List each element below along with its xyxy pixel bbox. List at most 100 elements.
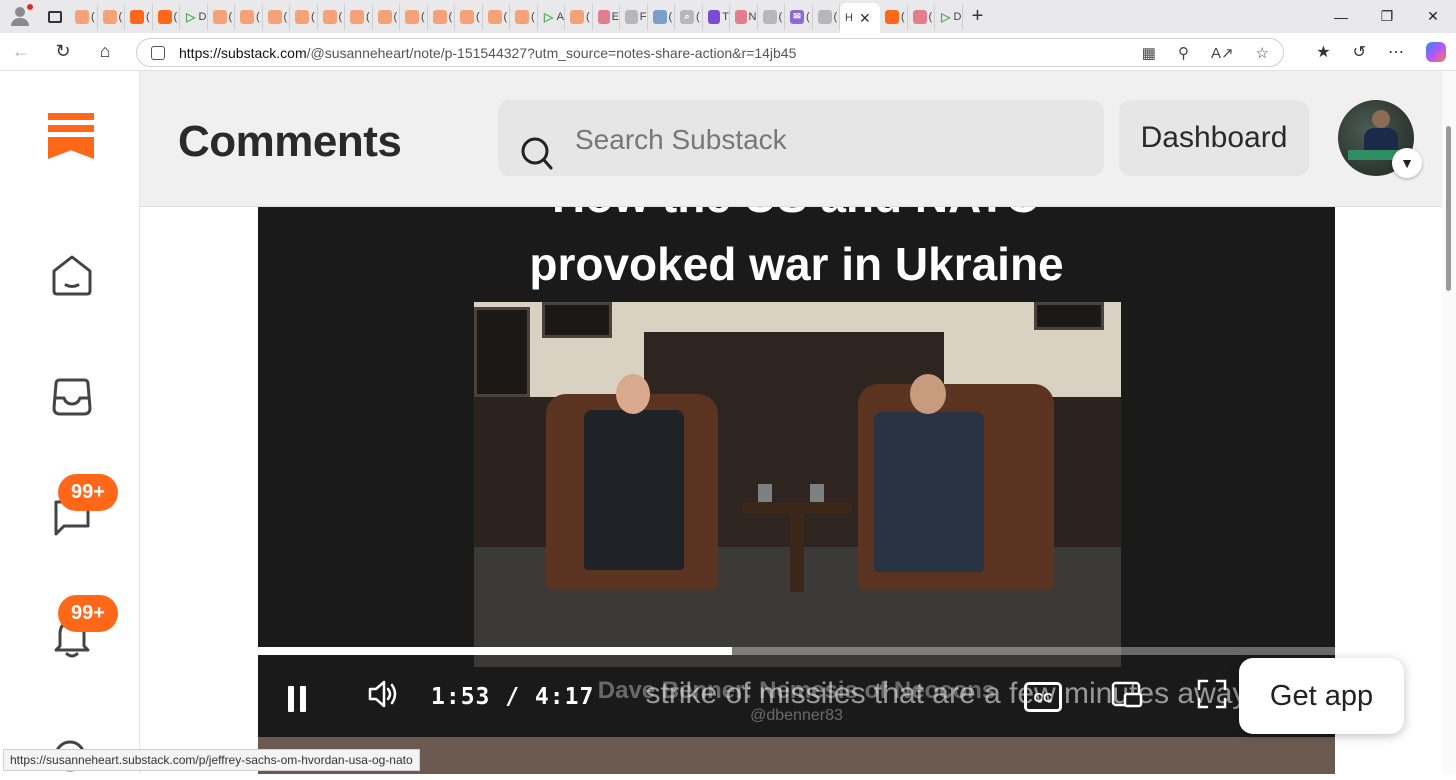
substack-icon: [570, 9, 584, 24]
fullscreen-icon[interactable]: [1195, 677, 1229, 711]
lock-icon[interactable]: [151, 45, 165, 60]
address-bar-row: ← ↻ ⌂ https://substack.com/@susanneheart…: [0, 33, 1456, 71]
mail-icon: ✉: [790, 9, 804, 24]
browser-tab[interactable]: F: [620, 3, 648, 30]
browser-tab[interactable]: N: [730, 3, 758, 30]
substack-icon: [515, 9, 529, 24]
browser-tab-label: (: [448, 10, 453, 23]
browser-tab-bar: ((((▷ D((((((((((((▷ A(E F(⌕(T N(✉((H ✕((▷ D + …: [0, 0, 1456, 33]
new-tab-icon[interactable]: +: [963, 5, 993, 28]
browser-tab[interactable]: (: [648, 3, 675, 30]
favorites-icon[interactable]: ★: [1316, 42, 1330, 62]
video-progress-bar[interactable]: [258, 647, 1335, 655]
substack-icon: [130, 9, 144, 24]
browser-tab[interactable]: (: [373, 3, 400, 30]
read-aloud-icon[interactable]: A↗: [1211, 44, 1234, 62]
browser-tab[interactable]: (: [565, 3, 593, 30]
browser-tab[interactable]: (: [880, 3, 908, 30]
browser-tab[interactable]: ✉(: [785, 3, 813, 30]
zoom-icon[interactable]: ⚲: [1178, 44, 1189, 62]
closed-captions-button[interactable]: CC: [1024, 682, 1062, 712]
profile-icon[interactable]: [0, 0, 40, 33]
page-scrollbar[interactable]: [1442, 71, 1456, 774]
copilot-icon[interactable]: [1426, 42, 1446, 62]
browser-tab[interactable]: T: [703, 3, 730, 30]
browser-tab-label: D: [198, 10, 207, 23]
browser-tab[interactable]: (: [813, 3, 840, 30]
browser-tab[interactable]: (: [98, 3, 125, 30]
browser-tab[interactable]: (: [125, 3, 153, 30]
browser-tab-label: E: [611, 10, 619, 23]
play-icon: ▷: [941, 9, 951, 24]
browser-tab[interactable]: E: [593, 3, 620, 30]
favorite-star-icon[interactable]: ☆: [1256, 44, 1269, 62]
browser-tab[interactable]: (: [483, 3, 510, 30]
browser-tab-label: (: [476, 10, 480, 23]
browser-tab-label: (: [338, 10, 343, 23]
browser-tab[interactable]: ▷ D: [180, 3, 208, 30]
browser-tab[interactable]: (: [908, 3, 935, 30]
picture-in-picture-icon[interactable]: [1110, 677, 1144, 711]
close-tab-icon[interactable]: ✕: [859, 10, 871, 27]
dashboard-button[interactable]: Dashboard: [1119, 100, 1309, 176]
substack-icon: [377, 9, 392, 24]
browser-tab[interactable]: ▷ A: [538, 3, 565, 30]
youtube-icon: [735, 9, 747, 24]
yahoo-icon: [707, 9, 721, 24]
substack-icon: [432, 9, 447, 24]
play-icon: ▷: [186, 9, 196, 24]
browser-tab[interactable]: (: [428, 3, 455, 30]
browser-tab[interactable]: ▷ D: [935, 3, 963, 30]
url-field[interactable]: https://substack.com/@susanneheart/note/…: [136, 38, 1284, 67]
app-grid-icon[interactable]: ▦: [1142, 44, 1156, 62]
browser-tab[interactable]: (: [263, 3, 290, 30]
browser-tab-label: (: [778, 10, 783, 23]
video-controls: 1:53 / 4:17 CC: [258, 655, 1335, 737]
more-icon[interactable]: ⋯: [1388, 42, 1404, 62]
browser-tab[interactable]: (: [400, 3, 428, 30]
close-window-icon[interactable]: ✕: [1410, 0, 1456, 33]
minimize-icon[interactable]: —: [1318, 0, 1364, 33]
video-player[interactable]: How the US and NATO provoked war in Ukra…: [258, 207, 1335, 737]
browser-tab-label: (: [668, 10, 673, 23]
history-icon[interactable]: ↺: [1353, 42, 1366, 62]
inbox-nav-icon[interactable]: [50, 374, 94, 418]
reload-icon[interactable]: ↻: [42, 33, 84, 71]
pause-icon[interactable]: [288, 685, 312, 713]
browser-tab[interactable]: (: [758, 3, 785, 30]
video-progress-fill: [258, 647, 732, 655]
restore-icon[interactable]: ❐: [1364, 0, 1410, 33]
browser-tab-label: H: [845, 12, 853, 24]
browser-tab[interactable]: (: [235, 3, 263, 30]
get-app-button[interactable]: Get app: [1239, 658, 1404, 734]
tab-actions-icon[interactable]: [40, 0, 70, 33]
page-header: Comments Search Substack Dashboard ▼: [140, 71, 1456, 207]
volume-icon[interactable]: [366, 677, 400, 711]
browser-tab[interactable]: (: [153, 3, 180, 30]
browser-tab[interactable]: (: [318, 3, 345, 30]
browser-tab[interactable]: (: [455, 3, 483, 30]
home-nav-icon[interactable]: [50, 253, 94, 297]
substack-icon: [487, 9, 502, 24]
video-timecode: 1:53 / 4:17: [431, 684, 595, 710]
browser-tab[interactable]: (: [290, 3, 318, 30]
browser-tab-active[interactable]: H ✕: [840, 3, 880, 33]
search-icon: [521, 137, 553, 170]
browser-tab-label: (: [118, 10, 123, 23]
url-text: https://substack.com/@susanneheart/note/…: [179, 45, 796, 61]
browser-tab[interactable]: (: [208, 3, 235, 30]
substack-logo[interactable]: [48, 113, 94, 165]
browser-tab[interactable]: ⌕(: [675, 3, 703, 30]
substack-icon: [322, 9, 337, 24]
browser-tab[interactable]: (: [70, 3, 98, 30]
translate-icon: [652, 9, 667, 24]
browser-tab-label: (: [146, 10, 150, 23]
search-input[interactable]: Search Substack: [498, 100, 1104, 176]
browser-tab[interactable]: (: [345, 3, 373, 30]
video-title: provoked war in Ukraine: [529, 238, 1064, 290]
back-icon[interactable]: ←: [0, 33, 42, 71]
browser-tab[interactable]: (: [510, 3, 538, 30]
home-icon[interactable]: ⌂: [84, 33, 126, 71]
substack-icon: [157, 9, 172, 24]
chevron-down-icon[interactable]: ▼: [1392, 148, 1422, 178]
